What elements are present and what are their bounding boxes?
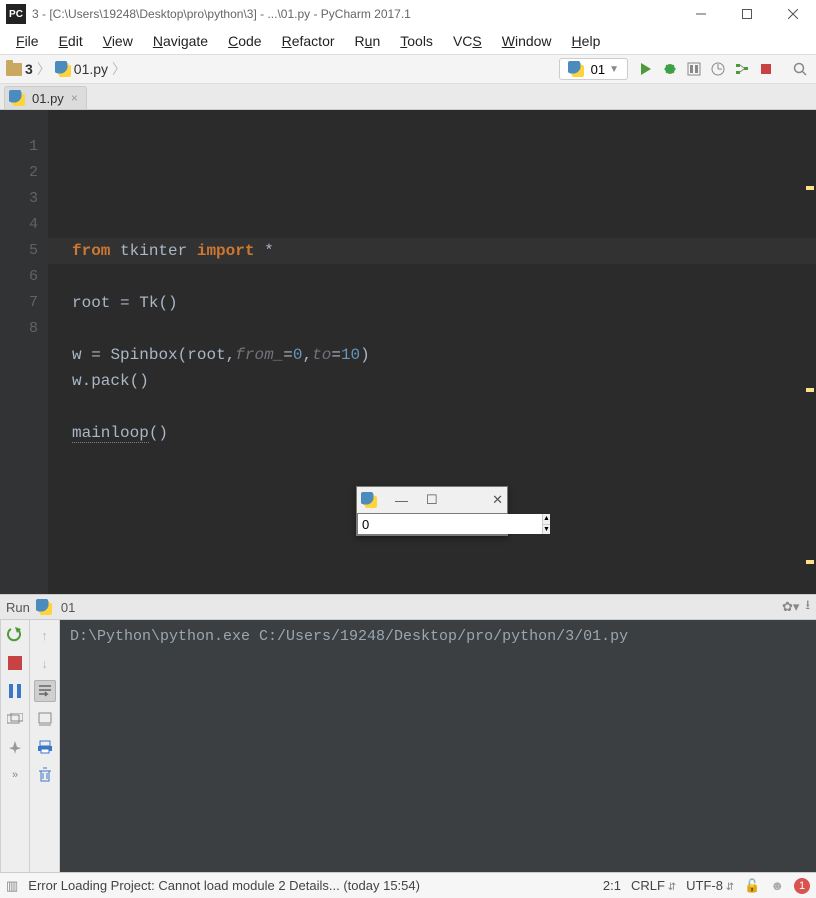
pin-button[interactable] [4, 736, 26, 758]
spinbox-down-button[interactable]: ▼ [543, 525, 550, 535]
menu-view[interactable]: View [93, 31, 143, 51]
dropdown-icon: ▼ [609, 64, 619, 75]
run-toolwindow-body: » ↑ ↓ D:\Python\python.exe C:/Users/1924… [0, 620, 816, 872]
run-button[interactable] [635, 58, 657, 80]
menu-file[interactable]: File [6, 31, 49, 51]
python-icon [568, 61, 584, 77]
run-toolwindow-header[interactable]: Run 01 ✿▾ ⭳ [0, 594, 816, 620]
spinbox-buttons: ▲ ▼ [542, 514, 550, 534]
search-button[interactable] [789, 58, 811, 80]
debug-button[interactable] [659, 58, 681, 80]
toolwindow-button-icon[interactable]: ▥ [6, 878, 18, 894]
status-error-message[interactable]: Error Loading Project: Cannot load modul… [28, 878, 420, 893]
code-editor[interactable]: 12345678 from tkinter import * root = Tk… [0, 110, 816, 594]
tab-close-button[interactable]: × [71, 91, 78, 105]
coverage-button[interactable] [683, 58, 705, 80]
down-button[interactable]: ↓ [34, 652, 56, 674]
navigation-bar: 3 〉 01.py 〉 01 ▼ [0, 54, 816, 84]
tk-minimize-button[interactable]: — [395, 493, 408, 508]
run-configuration-selector[interactable]: 01 ▼ [559, 58, 628, 80]
spinbox-input[interactable] [358, 514, 542, 534]
tk-app-icon [361, 492, 377, 508]
window-title: 3 - [C:\Users\19248\Desktop\pro\python\3… [32, 7, 678, 21]
menu-help[interactable]: Help [562, 31, 611, 51]
menu-code[interactable]: Code [218, 31, 271, 51]
file-encoding[interactable]: UTF-8 ⇵ [686, 878, 734, 893]
caret-position[interactable]: 2:1 [603, 878, 621, 893]
tab-label: 01.py [32, 91, 64, 106]
menu-run[interactable]: Run [345, 31, 391, 51]
menu-window[interactable]: Window [492, 31, 562, 51]
rerun-button[interactable] [4, 624, 26, 646]
python-file-icon [9, 90, 25, 106]
folder-icon [6, 63, 22, 76]
spinbox-up-button[interactable]: ▲ [543, 514, 550, 525]
editor-tabs: 01.py × [0, 84, 816, 110]
more-button[interactable]: » [4, 764, 26, 786]
python-file-icon [55, 61, 71, 77]
spinbox[interactable]: ▲ ▼ [357, 513, 507, 535]
python-icon [36, 599, 52, 615]
breadcrumb-sep: 〉 [35, 59, 53, 79]
breadcrumb: 3 〉 01.py 〉 [4, 59, 128, 79]
run-toolwindow-config: 01 [61, 600, 75, 615]
window-titlebar: PC 3 - [C:\Users\19248\Desktop\pro\pytho… [0, 0, 816, 28]
editor-gutter: 12345678 [0, 110, 48, 594]
code-content: from tkinter import * root = Tk() w = Sp… [72, 212, 816, 472]
stop-button[interactable] [755, 58, 777, 80]
run-output-toolbar: ↑ ↓ [30, 620, 60, 872]
status-bar: ▥ Error Loading Project: Cannot load mod… [0, 872, 816, 898]
menu-vcs[interactable]: VCS [443, 31, 492, 51]
tk-close-button[interactable]: ✕ [492, 492, 503, 508]
print-button[interactable] [34, 736, 56, 758]
menu-navigate[interactable]: Navigate [143, 31, 218, 51]
problems-badge[interactable]: 1 [794, 878, 810, 894]
clear-button[interactable] [34, 764, 56, 786]
softwrap-button[interactable] [34, 680, 56, 702]
concurrency-button[interactable] [731, 58, 753, 80]
line-separator[interactable]: CRLF ⇵ [631, 878, 676, 893]
console-command-line: D:\Python\python.exe C:/Users/19248/Desk… [70, 628, 806, 645]
minimize-button[interactable] [678, 0, 724, 28]
up-button[interactable]: ↑ [34, 624, 56, 646]
tkinter-window[interactable]: — ☐ ✕ ▲ ▼ [356, 486, 508, 536]
run-left-toolbar: » [0, 620, 30, 872]
menu-bar: File Edit View Navigate Code Refactor Ru… [0, 28, 816, 54]
menu-refactor[interactable]: Refactor [272, 31, 345, 51]
tkinter-titlebar: — ☐ ✕ [357, 487, 507, 513]
app-icon: PC [6, 4, 26, 24]
profile-button[interactable] [707, 58, 729, 80]
tk-maximize-button[interactable]: ☐ [426, 492, 438, 508]
inspector-icon[interactable]: ☻ [770, 878, 784, 893]
pause-button[interactable] [4, 680, 26, 702]
dump-button[interactable] [4, 708, 26, 730]
close-button[interactable] [770, 0, 816, 28]
breadcrumb-file[interactable]: 01.py [53, 61, 110, 77]
breadcrumb-sep-end: 〉 [110, 59, 128, 79]
lock-icon[interactable]: 🔓 [744, 878, 760, 894]
console-output[interactable]: D:\Python\python.exe C:/Users/19248/Desk… [60, 620, 816, 872]
scroll-end-button[interactable] [34, 708, 56, 730]
editor-tab[interactable]: 01.py × [4, 86, 87, 109]
run-settings-icon[interactable]: ✿▾ [782, 599, 799, 615]
breadcrumb-project[interactable]: 3 [4, 61, 35, 77]
menu-tools[interactable]: Tools [390, 31, 443, 51]
window-controls [678, 0, 816, 28]
menu-edit[interactable]: Edit [49, 31, 93, 51]
run-configuration-label: 01 [591, 62, 605, 77]
maximize-button[interactable] [724, 0, 770, 28]
stop-process-button[interactable] [4, 652, 26, 674]
run-toolwindow-title: Run [6, 600, 30, 615]
